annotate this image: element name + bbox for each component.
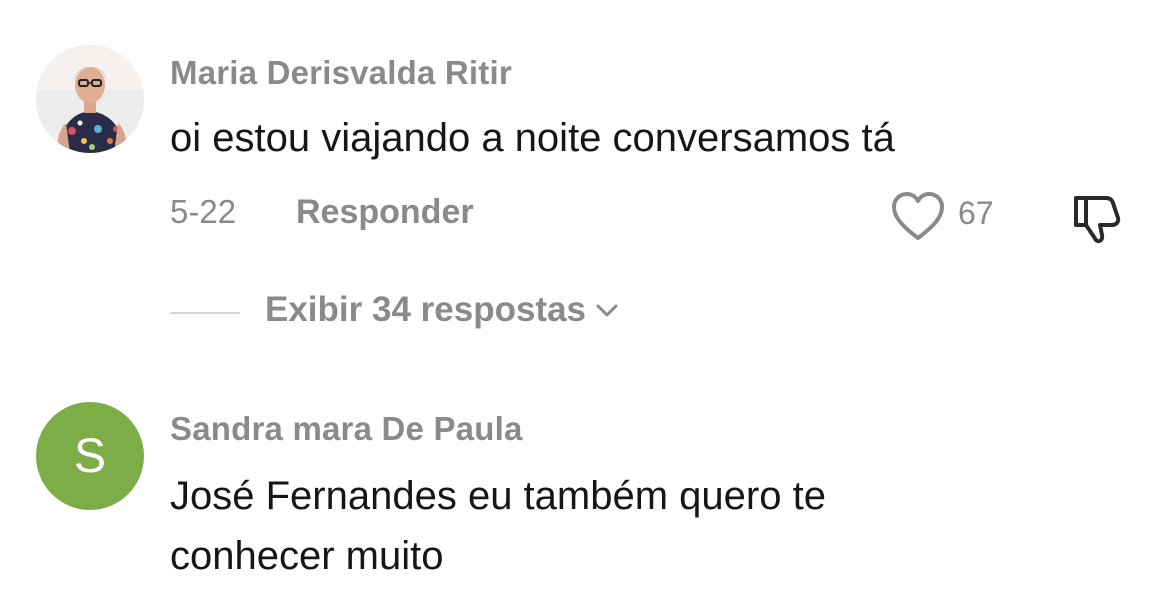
- like-count: 67: [958, 195, 994, 231]
- dislike-button[interactable]: [1068, 190, 1126, 246]
- like-button[interactable]: [890, 190, 946, 244]
- chevron-down-icon: [596, 304, 618, 317]
- comment-text-line: José Fernandes eu também quero te: [170, 474, 826, 518]
- profile-photo: [36, 45, 144, 153]
- reply-button[interactable]: Responder: [296, 193, 474, 232]
- replies-divider: [170, 312, 240, 314]
- view-replies-label: Exibir 34 respostas: [265, 290, 586, 329]
- comment-username[interactable]: Maria Derisvalda Ritir: [170, 54, 512, 92]
- comment-text-line: conhecer muito: [170, 534, 444, 578]
- avatar[interactable]: S: [36, 402, 144, 510]
- comment-date: 5-22: [170, 193, 237, 230]
- avatar-initial: S: [73, 429, 106, 483]
- dislike-icon: [1074, 196, 1121, 244]
- heart-icon: [892, 192, 944, 240]
- view-replies-button[interactable]: Exibir 34 respostas: [265, 290, 620, 330]
- avatar[interactable]: [36, 45, 144, 153]
- comment-username[interactable]: Sandra mara De Paula: [170, 410, 523, 448]
- comment-text: oi estou viajando a noite conversamos tá: [170, 116, 895, 160]
